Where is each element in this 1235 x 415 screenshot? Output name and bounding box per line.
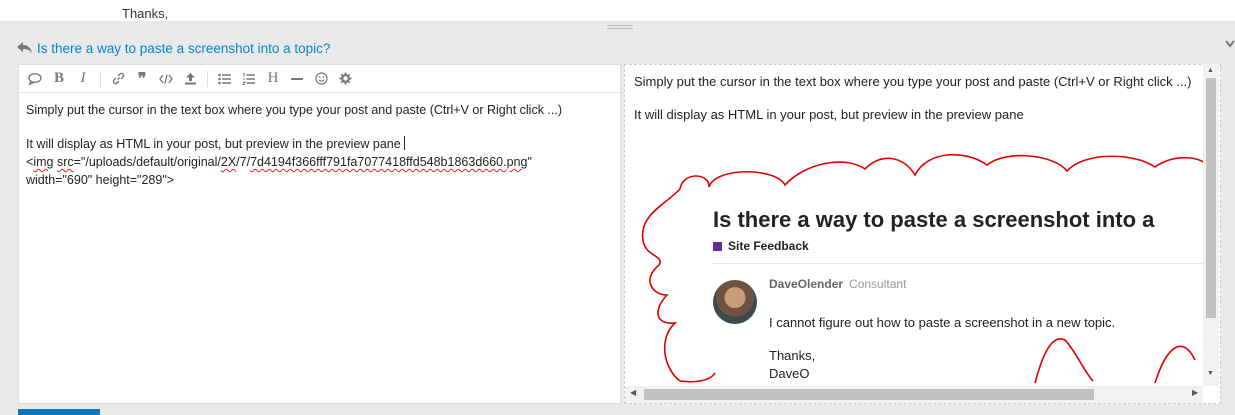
editor-line: width="690" height="289"> — [26, 173, 175, 187]
scrollbar-thumb[interactable] — [644, 389, 1094, 400]
link-icon[interactable] — [109, 69, 127, 89]
editor-textarea[interactable]: Simply put the cursor in the text box wh… — [26, 101, 616, 189]
scroll-right-icon[interactable]: ▶ — [1192, 388, 1198, 397]
previous-post-strip: Thanks, — [0, 0, 1235, 21]
preview-horizontal-scrollbar[interactable]: ◀ ▶ — [625, 386, 1203, 403]
editor-line: It will display as HTML in your post, bu… — [26, 135, 616, 153]
bold-button[interactable]: B — [50, 69, 68, 89]
horizontal-rule-icon[interactable] — [288, 69, 306, 89]
chevron-down-icon[interactable] — [1225, 40, 1235, 48]
editor-line: Simply put the cursor in the text box wh… — [26, 103, 563, 117]
preview-paragraph: It will display as HTML in your post, bu… — [634, 107, 1024, 122]
toolbar-divider — [100, 70, 101, 87]
gear-icon[interactable] — [336, 69, 354, 89]
composer-editor[interactable]: B I ❞ H Simply put the cursor in the tex… — [18, 64, 621, 404]
preview-content: Simply put the cursor in the text box wh… — [634, 72, 1204, 138]
scroll-up-icon[interactable]: ▲ — [1207, 67, 1214, 74]
editor-toolbar: B I ❞ H — [19, 65, 620, 93]
preview-pane: Simply put the cursor in the text box wh… — [624, 64, 1221, 404]
bullet-list-icon[interactable] — [216, 69, 234, 89]
toolbar-divider — [207, 70, 208, 87]
text-caret — [403, 136, 405, 150]
reply-topic-title[interactable]: Is there a way to paste a screenshot int… — [37, 41, 330, 56]
blockquote-icon[interactable]: ❞ — [133, 69, 151, 89]
red-annotation-scribble — [641, 153, 1205, 384]
previous-post-text: Thanks, — [122, 6, 169, 21]
numbered-list-icon[interactable] — [240, 69, 258, 89]
italic-button[interactable]: I — [74, 69, 92, 89]
reply-to-topic[interactable]: Is there a way to paste a screenshot int… — [17, 38, 330, 58]
composer-resize-grip[interactable] — [607, 25, 633, 29]
scroll-left-icon[interactable]: ◀ — [630, 388, 636, 397]
preview-paragraph: Simply put the cursor in the text box wh… — [634, 74, 1192, 89]
scroll-down-icon[interactable]: ▼ — [1207, 370, 1214, 377]
scrollbar-thumb[interactable] — [1206, 78, 1216, 318]
pasted-screenshot-image: Is there a way to paste a screenshot int… — [635, 145, 1205, 385]
quote-icon[interactable] — [26, 69, 44, 89]
emoji-icon[interactable] — [312, 69, 330, 89]
reply-submit-button[interactable] — [18, 409, 100, 415]
editor-line: <img src="/uploads/default/original/2X/7… — [26, 155, 532, 169]
reply-arrow-icon — [17, 42, 32, 53]
code-icon[interactable] — [157, 69, 175, 89]
upload-icon[interactable] — [181, 69, 199, 89]
heading-button[interactable]: H — [264, 69, 282, 89]
preview-vertical-scrollbar[interactable]: ▲ ▼ — [1203, 64, 1219, 386]
